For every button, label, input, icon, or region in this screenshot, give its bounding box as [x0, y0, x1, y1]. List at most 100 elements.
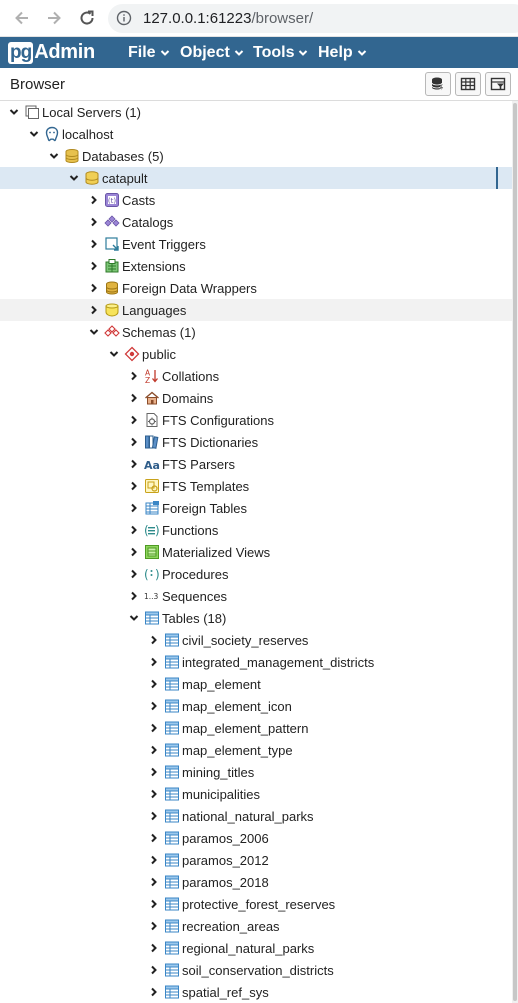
chevron-down-icon[interactable] [26, 126, 42, 142]
chevron-right-icon[interactable] [146, 808, 162, 824]
chevron-right-icon[interactable] [146, 896, 162, 912]
tree-node[interactable]: () Procedures [0, 563, 512, 585]
reload-icon[interactable] [76, 7, 98, 29]
tree-node[interactable]: () Functions [0, 519, 512, 541]
chevron-right-icon[interactable] [146, 940, 162, 956]
chevron-right-icon[interactable] [146, 852, 162, 868]
tree-node[interactable]: Databases (5) [0, 145, 512, 167]
chevron-right-icon[interactable] [126, 412, 142, 428]
chevron-right-icon[interactable] [126, 588, 142, 604]
chevron-right-icon[interactable] [146, 632, 162, 648]
chevron-right-icon[interactable] [126, 456, 142, 472]
chevron-down-icon[interactable] [46, 148, 62, 164]
tree-node[interactable]: FTS Templates [0, 475, 512, 497]
tree-node[interactable]: public [0, 343, 512, 365]
query-tool-button[interactable] [425, 72, 451, 96]
tree-node[interactable]: map_element [0, 673, 512, 695]
tree-node[interactable]: mining_titles [0, 761, 512, 783]
tree-node[interactable]: map_element_type [0, 739, 512, 761]
tree-node[interactable]: Domains [0, 387, 512, 409]
chevron-down-icon[interactable] [126, 610, 142, 626]
chevron-right-icon[interactable] [126, 478, 142, 494]
chevron-right-icon[interactable] [86, 280, 102, 296]
address-bar[interactable]: 127.0.0.1:61223/browser/ [108, 4, 518, 33]
tree-node[interactable]: municipalities [0, 783, 512, 805]
chevron-down-icon[interactable] [106, 346, 122, 362]
chevron-right-icon[interactable] [146, 984, 162, 1000]
chevron-right-icon[interactable] [146, 742, 162, 758]
tree-node[interactable]: Tables (18) [0, 607, 512, 629]
tree-scrollbar[interactable] [512, 101, 518, 1003]
tree-node[interactable]: Foreign Tables [0, 497, 512, 519]
chevron-down-icon[interactable] [66, 170, 82, 186]
tree-node-label: recreation_areas [182, 918, 280, 934]
chevron-right-icon[interactable] [146, 830, 162, 846]
tree-node[interactable]: paramos_2006 [0, 827, 512, 849]
tree-node[interactable]: Event Triggers [0, 233, 512, 255]
chevron-right-icon[interactable] [86, 214, 102, 230]
tree-node[interactable]: protective_forest_reserves [0, 893, 512, 915]
tree-node[interactable]: Catalogs [0, 211, 512, 233]
tree-node[interactable]: (t) Casts [0, 189, 512, 211]
chevron-down-icon[interactable] [6, 104, 22, 120]
tree-node[interactable]: Local Servers (1) [0, 101, 512, 123]
filtered-rows-button[interactable] [485, 72, 511, 96]
tree-node[interactable]: localhost [0, 123, 512, 145]
scrollbar-thumb[interactable] [513, 103, 517, 1001]
menu-help[interactable]: Help [318, 37, 367, 68]
site-info-icon[interactable] [116, 10, 132, 26]
forward-arrow-icon[interactable] [43, 7, 65, 29]
chevron-right-icon[interactable] [86, 258, 102, 274]
back-arrow-icon[interactable] [11, 7, 33, 29]
tree-node[interactable]: map_element_icon [0, 695, 512, 717]
tree-node[interactable]: recreation_areas [0, 915, 512, 937]
tree-node[interactable]: integrated_management_districts [0, 651, 512, 673]
chevron-right-icon[interactable] [126, 500, 142, 516]
url-text: 127.0.0.1:61223/browser/ [143, 10, 313, 27]
chevron-right-icon[interactable] [126, 390, 142, 406]
tree-node[interactable]: Schemas (1) [0, 321, 512, 343]
tree-node[interactable]: Aa FTS Parsers [0, 453, 512, 475]
chevron-right-icon[interactable] [146, 764, 162, 780]
pgadmin-logo[interactable]: pg Admin [8, 40, 95, 65]
view-data-button[interactable] [455, 72, 481, 96]
chevron-right-icon[interactable] [146, 676, 162, 692]
tree-node[interactable]: spatial_ref_sys [0, 981, 512, 1003]
menu-object[interactable]: Object [180, 37, 244, 68]
tree-node[interactable]: map_element_pattern [0, 717, 512, 739]
chevron-right-icon[interactable] [146, 786, 162, 802]
chevron-right-icon[interactable] [146, 654, 162, 670]
chevron-right-icon[interactable] [146, 720, 162, 736]
menu-tools[interactable]: Tools [253, 37, 308, 68]
tree-node[interactable]: Languages [0, 299, 512, 321]
tree-node[interactable]: Materialized Views [0, 541, 512, 563]
chevron-right-icon[interactable] [86, 236, 102, 252]
chevron-right-icon[interactable] [146, 962, 162, 978]
tree-node[interactable]: catapult [0, 167, 512, 189]
chevron-right-icon[interactable] [126, 544, 142, 560]
tree-node[interactable]: soil_conservation_districts [0, 959, 512, 981]
tree-node[interactable]: Extensions [0, 255, 512, 277]
tree-node[interactable]: Foreign Data Wrappers [0, 277, 512, 299]
sequences-icon: 1..3 [144, 588, 160, 604]
chevron-right-icon[interactable] [126, 368, 142, 384]
chevron-right-icon[interactable] [86, 302, 102, 318]
chevron-right-icon[interactable] [126, 434, 142, 450]
tree-node[interactable]: regional_natural_parks [0, 937, 512, 959]
chevron-right-icon[interactable] [146, 698, 162, 714]
chevron-right-icon[interactable] [146, 874, 162, 890]
tree-node[interactable]: FTS Configurations [0, 409, 512, 431]
chevron-down-icon[interactable] [86, 324, 102, 340]
tree-node[interactable]: paramos_2018 [0, 871, 512, 893]
tree-node[interactable]: 1..3 Sequences [0, 585, 512, 607]
tree-node[interactable]: FTS Dictionaries [0, 431, 512, 453]
tree-node[interactable]: national_natural_parks [0, 805, 512, 827]
menu-file[interactable]: File [128, 37, 170, 68]
chevron-right-icon[interactable] [126, 566, 142, 582]
tree-node[interactable]: civil_society_reserves [0, 629, 512, 651]
chevron-right-icon[interactable] [146, 918, 162, 934]
tree-node[interactable]: paramos_2012 [0, 849, 512, 871]
chevron-right-icon[interactable] [86, 192, 102, 208]
chevron-right-icon[interactable] [126, 522, 142, 538]
tree-node[interactable]: A Z Collations [0, 365, 512, 387]
